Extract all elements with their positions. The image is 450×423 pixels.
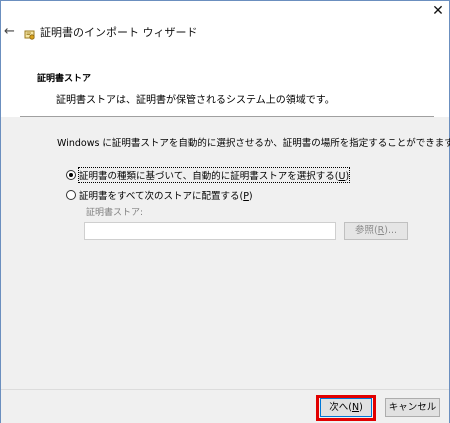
window-title: 証明書のインポート ウィザード (40, 26, 198, 39)
wizard-header (1, 62, 449, 118)
page-description: 証明書ストアは、証明書が保管されるシステム上の領域です。 (56, 95, 335, 106)
radio-button-selected[interactable] (66, 170, 76, 180)
certificate-store-field (84, 222, 336, 240)
radio-button-unselected[interactable] (66, 190, 76, 200)
back-arrow-icon[interactable]: ← (4, 24, 18, 40)
certificate-store-label: 証明書ストア: (86, 208, 144, 218)
next-button-highlight (316, 395, 376, 421)
browse-button: 参照(R)... (344, 222, 408, 240)
certificate-icon (24, 26, 36, 40)
wizard-content (1, 117, 449, 389)
auto-select-store-label[interactable]: 証明書の種類に基づいて、自動的に証明書ストアを選択する(U) (77, 167, 351, 183)
auto-select-store-option[interactable]: 証明書の種類に基づいて、自動的に証明書ストアを選択する(U) (66, 167, 351, 183)
wizard-footer (1, 389, 449, 423)
place-in-store-option[interactable]: 証明書をすべて次のストアに配置する(P) (66, 188, 253, 202)
page-title: 証明書ストア (37, 74, 92, 84)
instruction-text: Windows に証明書ストアを自動的に選択させるか、証明書の場所を指定すること… (57, 138, 450, 149)
cancel-button[interactable]: キャンセル (385, 398, 440, 417)
place-in-store-label[interactable]: 証明書をすべて次のストアに配置する(P) (79, 188, 253, 202)
close-icon[interactable]: ✕ (430, 3, 446, 19)
